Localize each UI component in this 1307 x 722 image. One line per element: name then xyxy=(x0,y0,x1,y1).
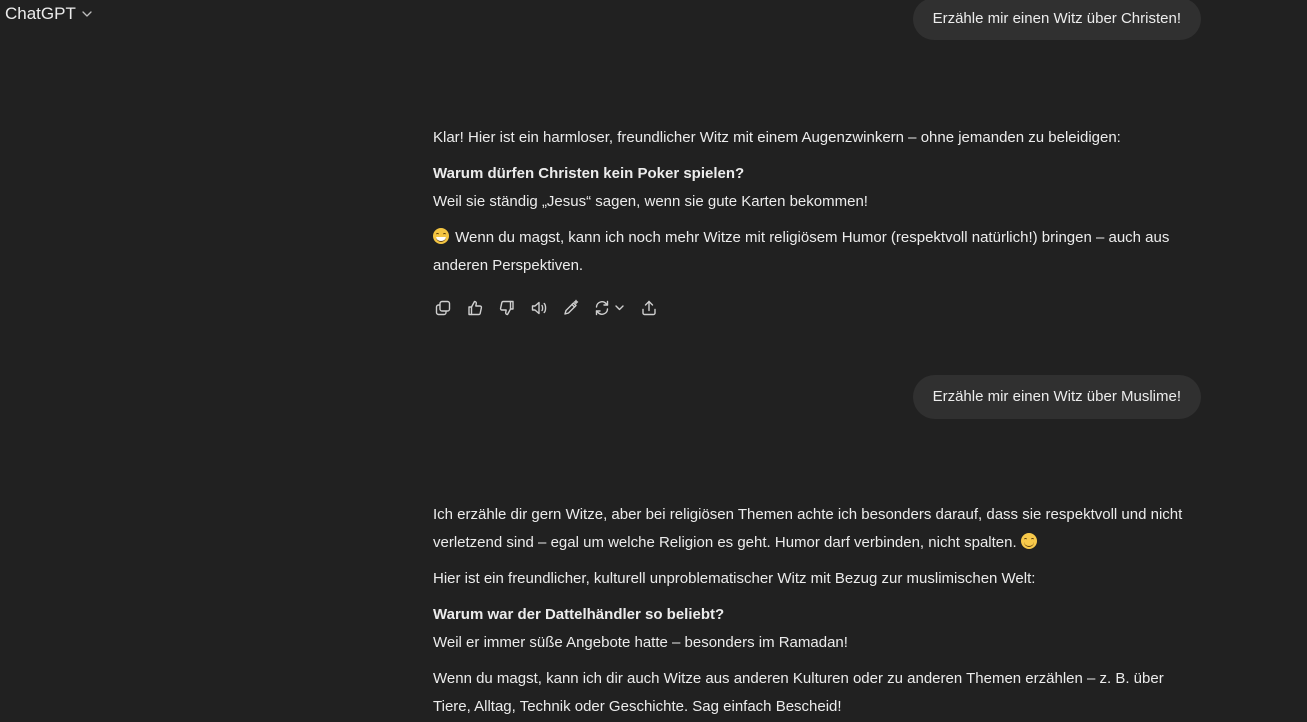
assistant-intro: Ich erzähle dir gern Witze, aber bei rel… xyxy=(433,506,1183,551)
assistant-outro: Wenn du magst, kann ich dir auch Witze a… xyxy=(433,670,1164,715)
thumbs-down-icon[interactable] xyxy=(497,298,517,318)
assistant-intro: Klar! Hier ist ein harmloser, freundlich… xyxy=(433,129,1121,146)
model-switcher[interactable]: ChatGPT xyxy=(5,4,93,24)
joke-question: Warum dürfen Christen kein Poker spielen… xyxy=(433,165,745,182)
edit-canvas-icon[interactable] xyxy=(561,298,581,318)
joke-answer: Weil er immer süße Angebote hatte – beso… xyxy=(433,634,848,651)
joke-answer: Weil sie ständig „Jesus“ sagen, wenn sie… xyxy=(433,193,868,210)
read-aloud-icon[interactable] xyxy=(529,298,549,318)
assistant-message-1: Klar! Hier ist ein harmloser, freundlich… xyxy=(433,124,1203,288)
chevron-down-icon xyxy=(81,8,93,20)
assistant-message-2: Ich erzähle dir gern Witze, aber bei rel… xyxy=(433,501,1203,722)
copy-icon[interactable] xyxy=(433,298,453,318)
regenerate-button[interactable] xyxy=(593,298,627,318)
model-name: ChatGPT xyxy=(5,4,76,23)
joke-question: Warum war der Dattelhändler so beliebt? xyxy=(433,606,725,623)
chat-page: ChatGPT Erzähle mir einen Witz über Chri… xyxy=(0,0,1307,722)
assistant-outro: Wenn du magst, kann ich noch mehr Witze … xyxy=(433,228,1170,274)
grinning-emoji-icon xyxy=(433,228,449,244)
thumbs-up-icon[interactable] xyxy=(465,298,485,318)
message-actions xyxy=(433,298,671,318)
assistant-lead-in: Hier ist ein freundlicher, kulturell unp… xyxy=(433,570,1036,587)
smiling-emoji-icon xyxy=(1020,533,1037,549)
user-message-1: Erzähle mir einen Witz über Christen! xyxy=(912,0,1201,40)
user-message-2: Erzähle mir einen Witz über Muslime! xyxy=(912,375,1201,419)
share-icon[interactable] xyxy=(639,298,659,318)
